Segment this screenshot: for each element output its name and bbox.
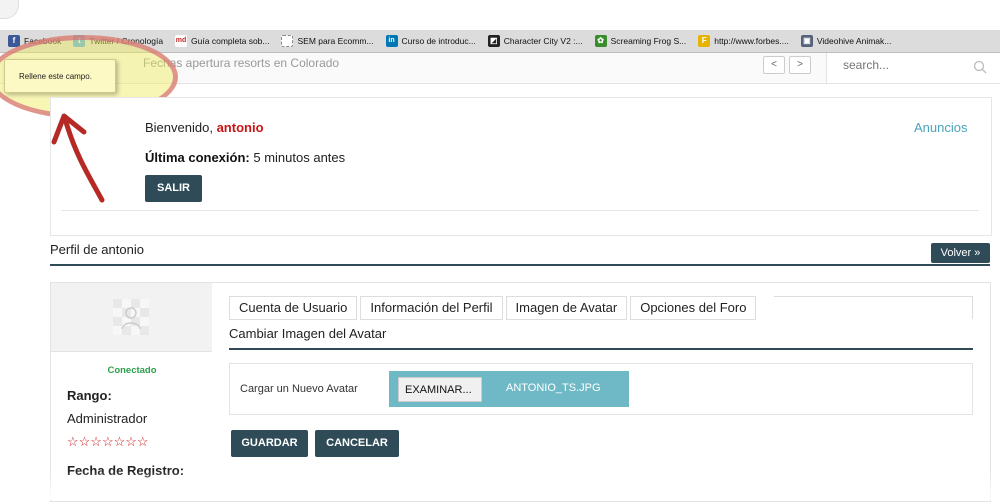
- last-connection-label: Última conexión:: [145, 150, 250, 165]
- save-button[interactable]: GUARDAR: [231, 430, 308, 457]
- tabs-filler: [774, 296, 973, 319]
- announcements-link[interactable]: Anuncios: [914, 120, 967, 135]
- bookmark-label: Character City V2 :...: [503, 36, 583, 46]
- bookmark-screaming-frog[interactable]: ✿ Screaming Frog S...: [594, 35, 687, 47]
- bookmark-curso[interactable]: in Curso de introduc...: [385, 35, 476, 47]
- browser-top: [0, 0, 1000, 30]
- videohive-icon: ▣: [800, 35, 813, 47]
- profile-tabs: Cuenta de Usuario Información del Perfil…: [229, 296, 759, 320]
- tab-profile-info[interactable]: Información del Perfil: [360, 296, 503, 320]
- divider: [61, 210, 979, 211]
- upload-label: Cargar un Nuevo Avatar: [240, 383, 358, 395]
- greeting-text: Bienvenido,: [145, 120, 213, 135]
- md-icon: md: [175, 35, 188, 47]
- search-input[interactable]: [841, 57, 965, 73]
- linkedin-icon: in: [385, 35, 398, 47]
- forbes-icon: F: [698, 35, 711, 47]
- avatar-upload-row: Cargar un Nuevo Avatar EXAMINAR... ANTON…: [229, 363, 973, 415]
- bookmark-label: Guía completa sob...: [191, 36, 270, 46]
- welcome-panel: Bienvenido, antonio Última conexión: 5 m…: [50, 97, 992, 236]
- frog-icon: ✿: [594, 35, 607, 47]
- search-icon[interactable]: [973, 60, 987, 74]
- browse-button[interactable]: EXAMINAR...: [398, 377, 482, 402]
- bottom-fade: [0, 470, 1000, 500]
- bookmark-label: Videohive Animak...: [816, 36, 892, 46]
- bookmark-label: http://www.forbes....: [714, 36, 789, 46]
- browser-tab-corner[interactable]: [0, 0, 19, 19]
- user-info-panel: Conectado Rango: Administrador ☆☆☆☆☆☆☆ F…: [50, 282, 214, 502]
- rank-label: Rango:: [67, 388, 112, 403]
- bookmark-character-city[interactable]: ◩ Character City V2 :...: [487, 35, 583, 47]
- bookmark-videohive[interactable]: ▣ Videohive Animak...: [800, 35, 892, 47]
- bookmark-label: Curso de introduc...: [401, 36, 476, 46]
- validation-tooltip: Rellene este campo.: [4, 59, 116, 93]
- character-icon: ◩: [487, 35, 500, 47]
- cancel-button[interactable]: CANCELAR: [315, 430, 399, 457]
- section-divider: [229, 348, 973, 350]
- tab-forum-options[interactable]: Opciones del Foro: [630, 296, 757, 320]
- online-status: Conectado: [107, 365, 157, 376]
- prev-topic-button[interactable]: <: [763, 56, 785, 74]
- bookmark-label: Screaming Frog S...: [610, 36, 687, 46]
- welcome-greeting: Bienvenido, antonio: [145, 120, 264, 135]
- page-icon: [281, 35, 294, 47]
- file-input[interactable]: EXAMINAR... ANTONIO_TS.JPG: [389, 371, 629, 407]
- rank-value: Administrador: [67, 411, 148, 426]
- avatar-box: [51, 283, 213, 352]
- annotation-arrow-icon: [51, 113, 105, 203]
- last-connection-value: 5 minutos antes: [253, 150, 346, 165]
- section-title: Cambiar Imagen del Avatar: [229, 326, 387, 341]
- back-button[interactable]: Volver »: [931, 243, 990, 263]
- username[interactable]: antonio: [217, 120, 264, 135]
- selected-filename: ANTONIO_TS.JPG: [506, 382, 601, 394]
- rank-stars: ☆☆☆☆☆☆☆: [67, 434, 149, 449]
- bookmark-label: SEM para Ecomm...: [297, 36, 374, 46]
- bookmark-forbes[interactable]: F http://www.forbes....: [698, 35, 789, 47]
- next-topic-button[interactable]: >: [789, 56, 811, 74]
- profile-title: Perfil de antonio: [50, 242, 144, 257]
- search-box: [826, 53, 1000, 83]
- tab-user-account[interactable]: Cuenta de Usuario: [229, 296, 358, 320]
- last-connection: Última conexión: 5 minutos antes: [145, 150, 345, 165]
- logout-button[interactable]: SALIR: [145, 175, 202, 202]
- tab-avatar-image[interactable]: Imagen de Avatar: [505, 296, 628, 320]
- bookmark-sem[interactable]: SEM para Ecomm...: [281, 35, 374, 47]
- profile-divider: [50, 264, 990, 266]
- bookmark-guia[interactable]: md Guía completa sob...: [175, 35, 269, 47]
- avatar-placeholder-icon: [113, 299, 149, 335]
